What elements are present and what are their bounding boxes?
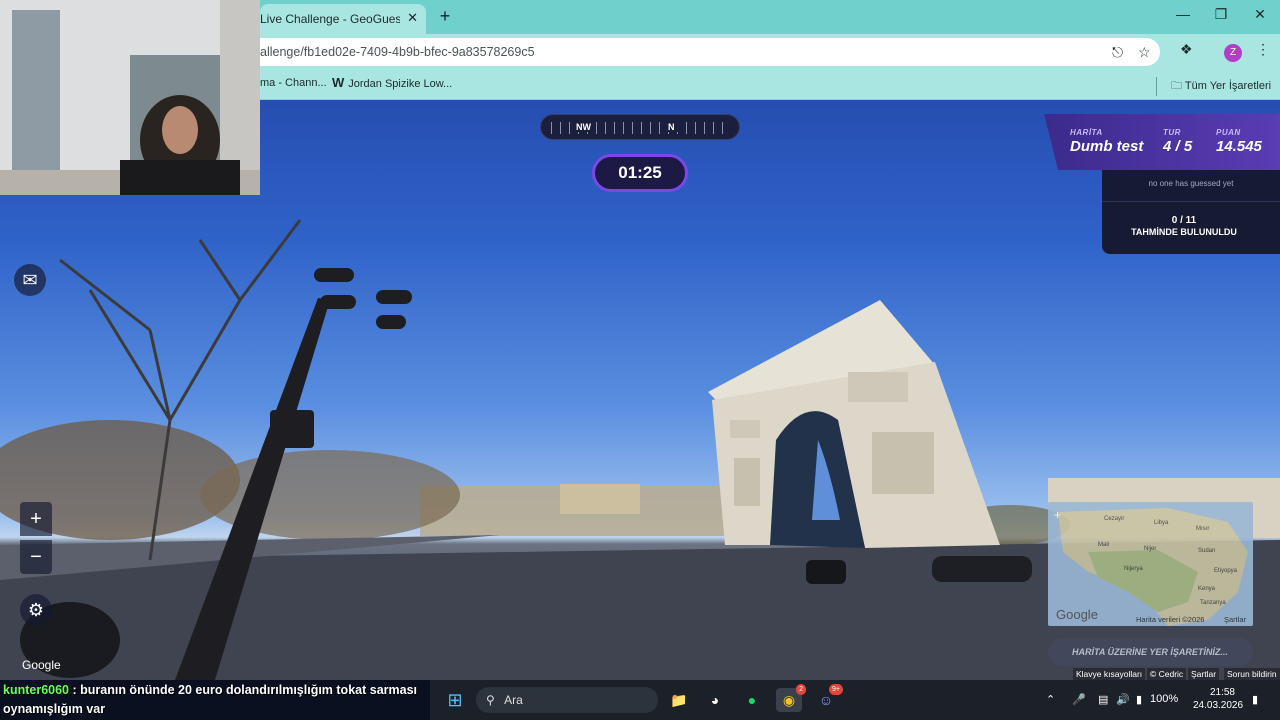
guess-count: 0 / 11	[1171, 215, 1197, 226]
install-app-icon[interactable]: ⎋	[1112, 44, 1123, 61]
all-bookmarks-label: Tüm Yer İşaretleri	[1184, 80, 1272, 92]
address-bar-row: allenge/fb1ed02e-7409-4b9b-bfec-9a835782…	[260, 34, 1280, 70]
battery-icon[interactable]: ▮	[1136, 693, 1142, 706]
extensions-icon[interactable]: ❖	[1180, 41, 1193, 58]
battery-percent: 100%	[1150, 693, 1179, 705]
map-label: Mali	[1098, 542, 1110, 548]
map-label: Libya	[1154, 520, 1169, 526]
clock-date: 24.03.2026	[1193, 700, 1244, 711]
windows-start-icon[interactable]: ⊞	[442, 688, 468, 712]
tray-overflow-icon[interactable]: ⌃	[1046, 693, 1055, 706]
guess-status-panel: no one has guessed yet 0 / 11 TAHMİNDE B…	[1102, 170, 1280, 254]
windows-taskbar: ⊞ ⚲ Ara 📁 ◕ ● ◉ 2 ☺ 9+ ⌃ 🎤 ▤ 🔊 ▮ 100% 21:5…	[430, 680, 1280, 720]
minimize-icon[interactable]: —	[1168, 6, 1198, 22]
map-label: Tanzanya	[1200, 600, 1226, 606]
footer-terms[interactable]: Şartlar	[1188, 668, 1220, 680]
place-guess-button[interactable]: HARİTA ÜZERİNE YER İŞARETİNİZ...	[1048, 638, 1253, 666]
map-label: Mısır	[1196, 526, 1210, 532]
taskbar-search[interactable]: ⚲ Ara	[476, 687, 658, 713]
chat-username: kunter6060	[3, 683, 70, 697]
round-value: 4 / 5	[1163, 138, 1193, 155]
stream-chat-message: kunter6060 : buranın önünde 20 euro dola…	[3, 681, 423, 719]
chat-bubble-icon[interactable]: ✉	[14, 264, 46, 296]
chrome-badge: 2	[796, 684, 806, 695]
webcam-overlay	[0, 0, 260, 195]
settings-gear-icon[interactable]: ⚙	[20, 594, 52, 626]
guess-found-text: TAHMİNDE BULUNULDU	[1131, 227, 1237, 237]
all-bookmarks-folder[interactable]: 🗀 Tüm Yer İşaretleri	[1156, 77, 1271, 96]
round-label: TUR	[1163, 128, 1181, 137]
guess-minimap[interactable]: Cezayir Libya Mısır Mali Nijer Sudan Nij…	[1048, 502, 1253, 626]
network-icon[interactable]: ▤	[1098, 693, 1108, 706]
microphone-icon[interactable]: 🎤	[1072, 693, 1086, 706]
bookmark-item-jordan[interactable]: W Jordan Spizike Low...	[332, 75, 452, 90]
omnibox[interactable]: allenge/fb1ed02e-7409-4b9b-bfec-9a835782…	[260, 38, 1160, 66]
map-label: Etiyopya	[1214, 568, 1238, 574]
map-label: HARİTA	[1070, 128, 1103, 137]
map-label: Kenya	[1198, 586, 1216, 592]
profile-avatar[interactable]: Z	[1224, 44, 1242, 62]
map-label: Nijer	[1144, 546, 1157, 552]
clock-time: 21:58	[1209, 687, 1235, 698]
notification-icon[interactable]: ▮	[1252, 693, 1258, 706]
volume-icon[interactable]: 🔊	[1116, 693, 1130, 706]
url-text[interactable]: allenge/fb1ed02e-7409-4b9b-bfec-9a835782…	[260, 45, 535, 59]
map-label: Cezayir	[1104, 516, 1125, 522]
score-value: 14.545	[1216, 138, 1262, 155]
game-status-panel: HARİTA Dumb test TUR 4 / 5 PUAN 14.545	[1044, 114, 1280, 170]
bookmarks-bar: ma - Chann... W Jordan Spizike Low... 🗀 T…	[260, 70, 1280, 100]
new-tab-button[interactable]: +	[434, 6, 456, 27]
zoom-in-button[interactable]: +	[20, 502, 52, 536]
minimap-data-credit: Harita verileri ©2026	[1136, 615, 1205, 624]
browser-tab-active[interactable]: Live Challenge - GeoGuessr ✕	[260, 4, 426, 34]
tab-title: Live Challenge - GeoGuessr	[260, 12, 400, 26]
bookmark-star-icon[interactable]: ☆	[1138, 44, 1151, 61]
minimap-google-logo: Google	[1056, 607, 1098, 622]
browser-tab-bar: Live Challenge - GeoGuessr ✕ + — ❐ ✕	[260, 0, 1280, 34]
taskbar-clock[interactable]: 21:58 24.03.2026	[1193, 686, 1244, 712]
restore-icon[interactable]: ❐	[1206, 6, 1236, 23]
footer-copyright: © Cedric	[1147, 668, 1187, 680]
round-timer: 01:25	[592, 154, 688, 192]
folder-icon: 🗀	[1171, 80, 1185, 92]
no-guess-text: no one has guessed yet	[1148, 179, 1234, 188]
chrome-icon[interactable]: ◉ 2	[776, 684, 806, 712]
bookmark-label: Jordan Spizike Low...	[348, 78, 453, 90]
footer-keyboard-shortcuts[interactable]: Klavye kısayolları	[1073, 668, 1146, 680]
search-icon: ⚲	[486, 693, 495, 707]
webcam-feed-image	[0, 0, 260, 195]
compass-nw: NW	[573, 122, 594, 132]
minimap-terms-link[interactable]: Şartlar	[1224, 615, 1246, 624]
map-name: Dumb test	[1070, 138, 1144, 155]
compass-n: N	[665, 122, 678, 132]
spotify-icon[interactable]: ●	[739, 688, 765, 712]
zoom-out-button[interactable]: −	[20, 540, 52, 574]
compass: NW N	[540, 114, 740, 140]
file-explorer-icon[interactable]: 📁	[666, 688, 692, 712]
discord-badge: 9+	[829, 684, 843, 695]
app-icon[interactable]: ◕	[702, 688, 728, 712]
discord-icon[interactable]: ☺ 9+	[813, 684, 843, 712]
map-label: Nijerya	[1124, 566, 1143, 572]
score-label: PUAN	[1216, 128, 1241, 137]
chrome-menu-icon[interactable]: ⋮	[1256, 41, 1270, 58]
bookmark-item-channel[interactable]: ma - Chann...	[260, 77, 327, 89]
search-placeholder: Ara	[504, 693, 523, 707]
window-close-icon[interactable]: ✕	[1245, 6, 1275, 23]
divider	[1102, 201, 1280, 202]
google-watermark: Google	[22, 658, 61, 672]
w-logo-icon: W	[332, 75, 345, 90]
bookmark-label: ma - Chann...	[260, 77, 327, 89]
tab-close-icon[interactable]: ✕	[407, 10, 418, 26]
footer-report-issue[interactable]: Sorun bildirin	[1224, 668, 1280, 680]
minimap-expand-icon[interactable]: +	[1054, 508, 1061, 522]
map-label: Sudan	[1198, 548, 1216, 554]
